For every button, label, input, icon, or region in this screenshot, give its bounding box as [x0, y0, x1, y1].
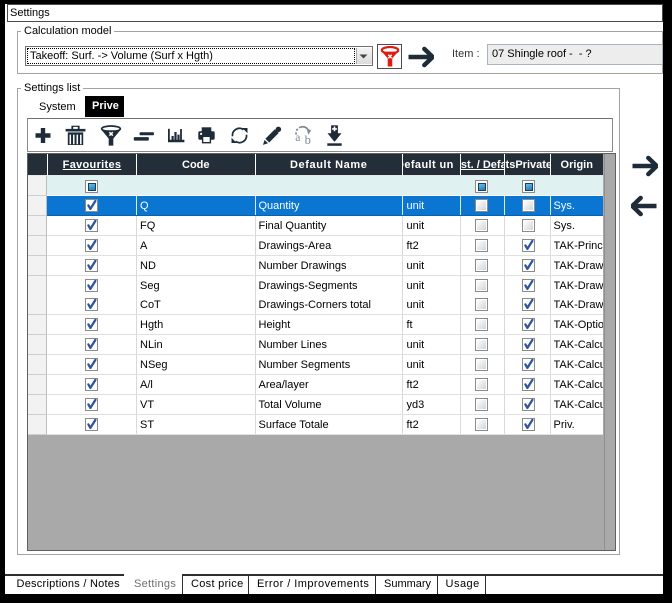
svg-text:b: b: [305, 133, 311, 147]
svg-text:a: a: [295, 132, 300, 144]
